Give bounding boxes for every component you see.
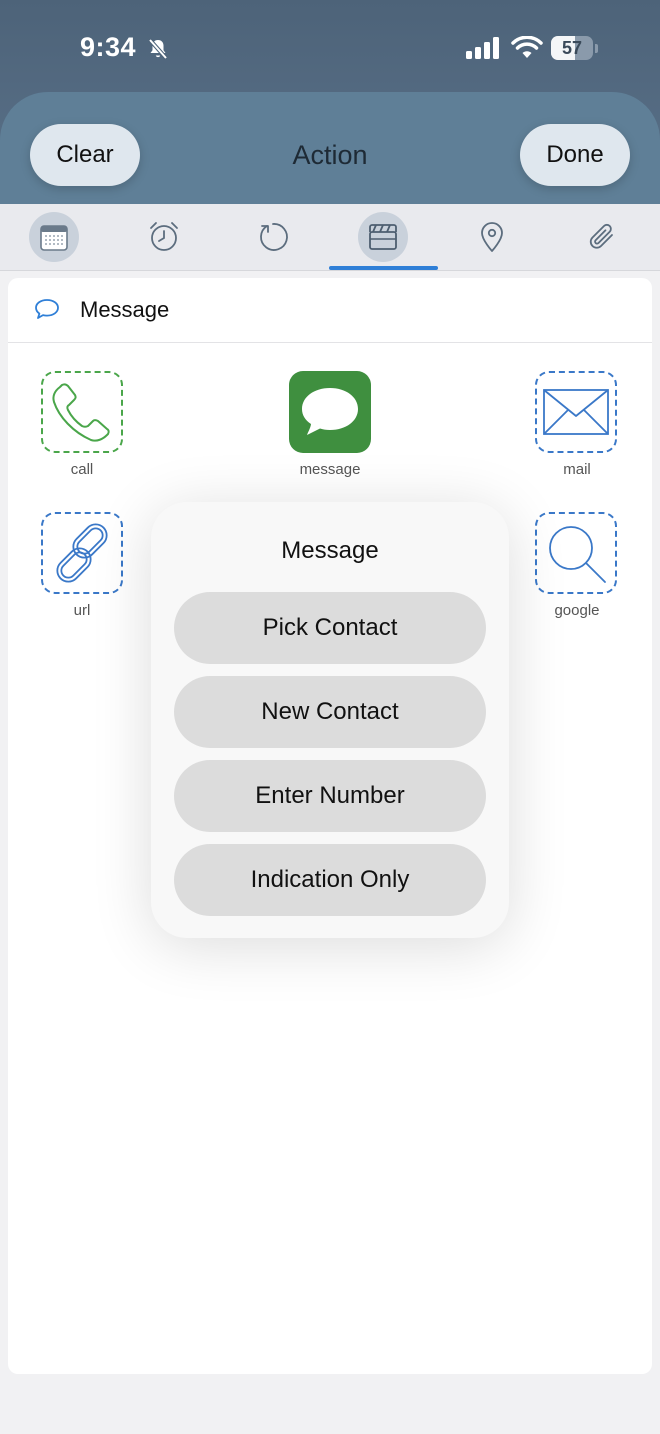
link-icon (56, 523, 108, 583)
url-action[interactable] (41, 512, 123, 594)
tab-repeat[interactable] (248, 212, 298, 262)
speech-bubble-icon (35, 299, 59, 319)
tab-attachment[interactable] (577, 212, 627, 262)
repeat-icon (260, 223, 288, 251)
battery-cap (595, 44, 598, 53)
section-header: Message (8, 278, 652, 343)
cellular-signal-icon (466, 37, 499, 59)
pick-contact-button[interactable]: Pick Contact (174, 592, 486, 664)
battery-level: 57 (561, 38, 583, 58)
search-icon (549, 526, 606, 583)
indication-only-button[interactable]: Indication Only (174, 844, 486, 916)
call-label: call (70, 461, 94, 478)
url-label: url (73, 602, 91, 619)
tab-selection-indicator (329, 266, 438, 270)
clapperboard-icon (369, 224, 397, 250)
alarm-clock-icon (150, 222, 178, 251)
location-pin-icon (481, 222, 503, 252)
status-bar: 9:34 57 (0, 0, 660, 92)
call-action[interactable] (41, 371, 123, 453)
envelope-icon (543, 389, 609, 435)
mail-label: mail (563, 461, 591, 478)
tab-calendar[interactable] (29, 212, 79, 262)
message-action[interactable] (289, 371, 371, 453)
tab-location[interactable] (467, 212, 517, 262)
wifi-icon (511, 36, 543, 58)
bell-slash-icon (148, 38, 168, 60)
done-button[interactable]: Done (520, 124, 630, 186)
google-label: google (554, 602, 600, 619)
messages-app-icon (302, 388, 358, 435)
message-popover: Message Pick Contact New Contact Enter N… (151, 502, 509, 938)
calendar-icon (40, 225, 68, 251)
popover-title: Message (281, 537, 379, 564)
tab-bar (0, 204, 660, 271)
sheet-header: Clear Action Done (0, 92, 660, 206)
section-title: Message (80, 297, 170, 322)
message-label: message (299, 461, 361, 478)
paperclip-icon (589, 223, 613, 249)
battery-indicator: 57 (551, 36, 593, 60)
new-contact-button[interactable]: New Contact (174, 676, 486, 748)
mail-action[interactable] (535, 371, 617, 453)
status-time: 9:34 (80, 32, 137, 62)
google-action[interactable] (535, 512, 617, 594)
tab-alarm[interactable] (139, 212, 189, 262)
phone-icon (52, 383, 110, 442)
enter-number-button[interactable]: Enter Number (174, 760, 486, 832)
tab-clapperboard[interactable] (358, 212, 408, 262)
